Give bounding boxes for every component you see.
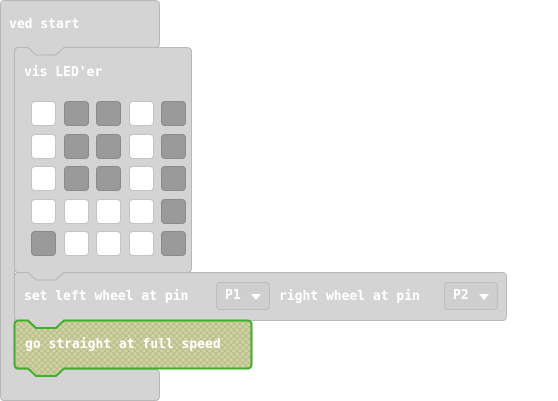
show-leds-label: vis LED'er — [24, 65, 103, 80]
right-pin-value: P2 — [453, 288, 469, 303]
chevron-down-icon — [479, 294, 489, 300]
chevron-down-icon — [251, 294, 261, 300]
led-cell[interactable] — [96, 101, 121, 126]
led-cell[interactable] — [128, 198, 154, 224]
led-cell[interactable] — [161, 166, 186, 191]
led-cell[interactable] — [63, 166, 89, 191]
on-start-label: ved start — [9, 17, 80, 32]
led-cell[interactable] — [128, 133, 154, 159]
led-cell[interactable] — [96, 198, 121, 224]
led-cell[interactable] — [161, 101, 186, 126]
led-cell[interactable] — [63, 231, 89, 256]
led-cell[interactable] — [63, 133, 89, 159]
led-cell[interactable] — [31, 133, 56, 159]
set-left-wheel-label: set left wheel at pin — [24, 289, 189, 304]
right-wheel-label: right wheel at pin — [279, 289, 420, 304]
led-cell[interactable] — [161, 133, 186, 159]
led-cell[interactable] — [161, 231, 186, 256]
led-cell[interactable] — [161, 198, 186, 224]
led-cell[interactable] — [96, 231, 121, 256]
led-cell[interactable] — [128, 101, 154, 126]
led-cell[interactable] — [63, 198, 89, 224]
go-straight-label: go straight at full speed — [25, 337, 221, 352]
led-cell[interactable] — [31, 101, 56, 126]
blocks-workspace: ved start vis LED'er set left wheel at p… — [0, 0, 558, 401]
led-cell[interactable] — [128, 231, 154, 256]
led-cell[interactable] — [63, 101, 89, 126]
led-cell[interactable] — [96, 133, 121, 159]
led-cell[interactable] — [31, 166, 56, 191]
right-pin-dropdown[interactable]: P2 — [444, 282, 498, 310]
led-cell[interactable] — [128, 166, 154, 191]
led-cell[interactable] — [96, 166, 121, 191]
left-pin-dropdown[interactable]: P1 — [216, 282, 270, 310]
left-pin-value: P1 — [225, 288, 241, 303]
led-cell[interactable] — [31, 231, 56, 256]
led-cell[interactable] — [31, 198, 56, 224]
